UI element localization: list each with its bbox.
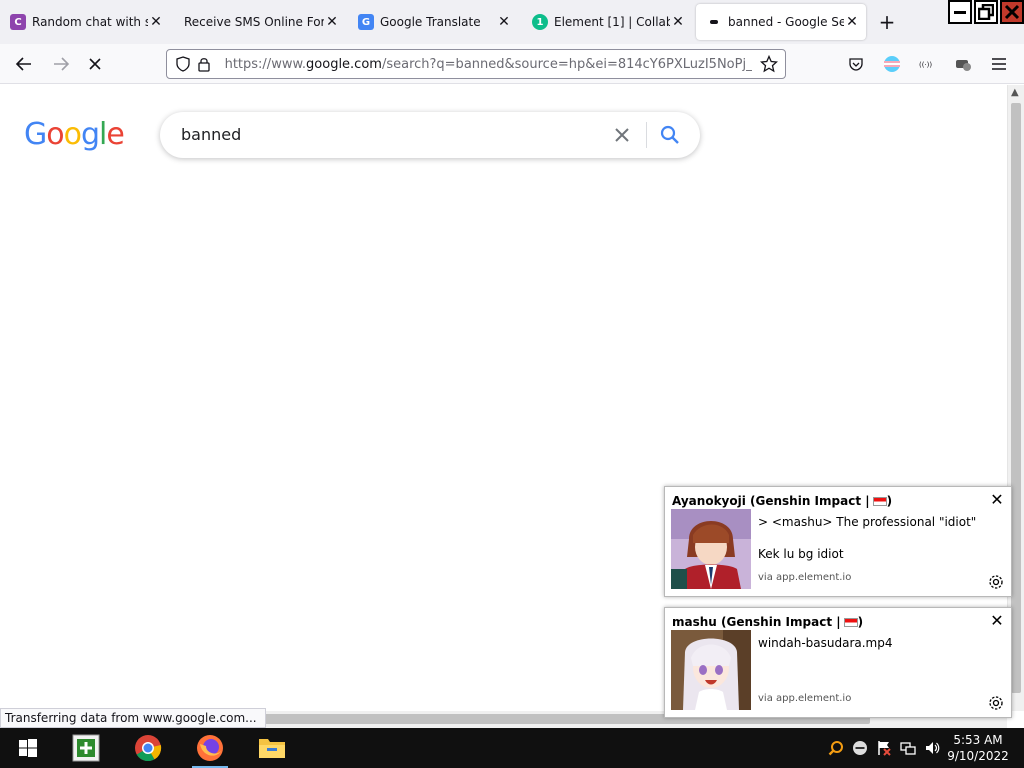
tab-receive-sms[interactable]: Receive SMS Online For 15 ✕: [174, 4, 346, 40]
c-icon: C: [10, 14, 26, 30]
search-input[interactable]: banned: [181, 125, 241, 144]
close-icon[interactable]: ✕: [844, 14, 860, 30]
notification-text: Kek lu bg idiot: [758, 547, 844, 561]
tab-label: banned - Google Search: [728, 15, 844, 29]
clear-icon[interactable]: [610, 123, 634, 147]
notification-source: via app.element.io: [758, 572, 852, 583]
extension-gear-icon[interactable]: [952, 53, 974, 75]
app-plus-icon[interactable]: [62, 728, 110, 768]
forward-arrow-icon: [54, 57, 70, 71]
gear-icon[interactable]: [987, 694, 1005, 712]
desktop: C Random chat with stra ✕ Receive SMS On…: [0, 0, 1024, 768]
logo-letter: G: [24, 117, 47, 152]
shield-icon[interactable]: [173, 53, 194, 75]
window-controls: [946, 0, 1024, 26]
search-tray-icon[interactable]: [826, 738, 846, 758]
restore-icon: [978, 4, 994, 20]
close-icon[interactable]: ✕: [496, 14, 512, 30]
search-icon[interactable]: [658, 123, 682, 147]
network-icon[interactable]: [898, 738, 918, 758]
search-divider: [646, 122, 647, 148]
close-icon[interactable]: ✕: [989, 490, 1005, 509]
close-window-button[interactable]: [1000, 0, 1024, 24]
close-icon[interactable]: ✕: [324, 14, 340, 30]
volume-icon[interactable]: [922, 738, 942, 758]
taskbar-clock[interactable]: 5:53 AM 9/10/2022: [944, 732, 1012, 764]
tab-element[interactable]: 1 Element [1] | CollabVM ✕: [522, 4, 692, 40]
minimize-icon: [954, 11, 966, 14]
logo-letter: o: [46, 117, 64, 152]
tab-strip: C Random chat with stra ✕ Receive SMS On…: [0, 0, 1024, 44]
gear-icon[interactable]: [987, 573, 1005, 591]
element-icon: 1: [532, 14, 548, 30]
back-arrow-icon: [15, 57, 31, 71]
new-tab-button[interactable]: +: [876, 12, 898, 34]
flag-icon: [872, 497, 887, 506]
flag-icon: [843, 618, 858, 627]
close-icon[interactable]: ✕: [670, 14, 686, 30]
tab-label: Receive SMS Online For 15: [184, 15, 324, 29]
url-text: https://www.google.com/search?q=banned&s…: [224, 56, 753, 72]
search-box[interactable]: banned: [160, 112, 700, 158]
svg-text:((·)): ((·)): [919, 61, 932, 69]
google-translate-icon: G: [358, 14, 374, 30]
do-not-disturb-icon[interactable]: [850, 738, 870, 758]
star-icon[interactable]: [758, 53, 779, 75]
logo-letter: o: [63, 117, 82, 152]
avatar: [671, 630, 751, 710]
tab-google-search[interactable]: banned - Google Search ✕: [696, 4, 866, 40]
close-icon[interactable]: ✕: [989, 611, 1005, 630]
nav-bar: https://www.google.com/search?q=banned&s…: [0, 44, 1024, 84]
flag-warning-icon[interactable]: [874, 738, 894, 758]
clock-time: 5:53 AM: [953, 733, 1003, 747]
menu-icon[interactable]: [988, 53, 1010, 75]
lock-icon[interactable]: [194, 53, 215, 75]
notification-source: via app.element.io: [758, 693, 852, 704]
windows-start-icon[interactable]: [4, 728, 52, 768]
logo-letter: g: [80, 117, 100, 152]
google-logo-text: Google: [24, 117, 125, 152]
notification-text: > <mashu> The professional "idiot": [758, 515, 977, 529]
stop-button[interactable]: [84, 53, 106, 75]
scroll-up-icon[interactable]: ▲: [1011, 87, 1019, 98]
taskbar: 5:53 AM 9/10/2022: [0, 728, 1024, 768]
extension-icon[interactable]: ((·)): [917, 53, 939, 75]
file-explorer-icon[interactable]: [248, 728, 296, 768]
status-bar: Transferring data from www.google.com...: [0, 708, 266, 728]
pocket-icon[interactable]: [845, 53, 867, 75]
minimize-button[interactable]: [948, 0, 972, 24]
chrome-icon[interactable]: [124, 728, 172, 768]
notification-text: windah-basudara.mp4: [758, 636, 893, 650]
tab-label: Random chat with stra: [32, 15, 148, 29]
extension-flag-icon[interactable]: [881, 53, 903, 75]
tab-google-translate[interactable]: G Google Translate ✕: [348, 4, 518, 40]
google-logo[interactable]: Google: [24, 117, 125, 152]
notification-title: mashu (Genshin Impact |): [672, 615, 864, 629]
notification-mashu[interactable]: mashu (Genshin Impact |) ✕ windah-basuda…: [664, 607, 1012, 718]
stop-icon: [89, 58, 101, 70]
notification-title: Ayanokyoji (Genshin Impact |): [672, 494, 893, 508]
close-icon[interactable]: ✕: [148, 14, 164, 30]
logo-letter: e: [106, 117, 124, 152]
tab-label: Google Translate: [380, 15, 481, 29]
tab-random-chat[interactable]: C Random chat with stra ✕: [0, 4, 170, 40]
loading-icon: [706, 14, 722, 30]
back-button[interactable]: [13, 53, 35, 75]
forward-button[interactable]: [50, 53, 72, 75]
scroll-thumb[interactable]: [1011, 103, 1021, 693]
restore-button[interactable]: [974, 0, 998, 24]
firefox-icon[interactable]: [186, 728, 234, 768]
notification-ayanokyoji[interactable]: Ayanokyoji (Genshin Impact |) ✕ > <mashu…: [664, 486, 1012, 597]
close-icon: [1004, 4, 1020, 20]
url-bar[interactable]: https://www.google.com/search?q=banned&s…: [166, 49, 786, 79]
clock-date: 9/10/2022: [947, 749, 1009, 763]
avatar: [671, 509, 751, 589]
tab-label: Element [1] | CollabVM: [554, 15, 670, 29]
